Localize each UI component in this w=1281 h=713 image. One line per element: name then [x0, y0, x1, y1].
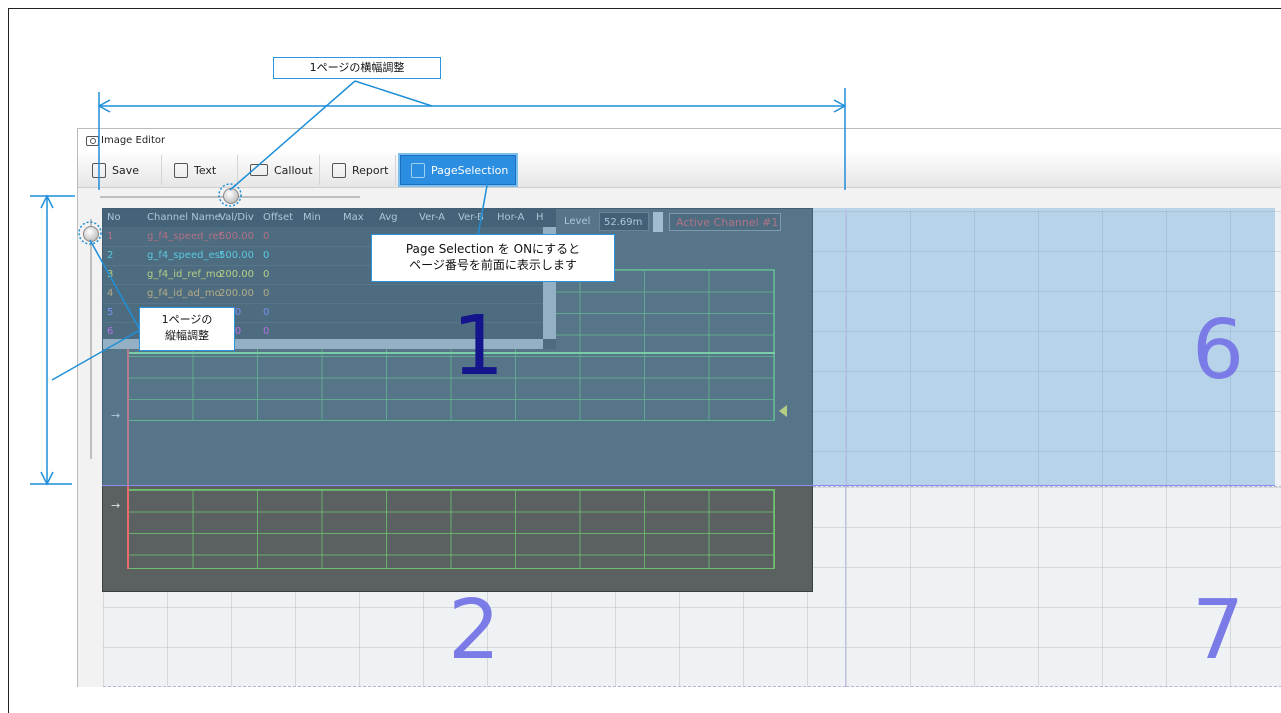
- width-callout-leader-2: [354, 80, 433, 107]
- height-adjust-text-2: 縦幅調整: [165, 329, 209, 342]
- height-callout-leader-2: [89, 239, 141, 331]
- height-callout-leader: [51, 329, 141, 381]
- page-selection-text-2: ページ番号を前面に表示します: [409, 258, 577, 272]
- width-callout-leader: [229, 80, 356, 191]
- height-adjust-callout: 1ページの 縦幅調整: [139, 307, 235, 351]
- page-selection-callout: Page Selection を ONにすると ページ番号を前面に表示します: [371, 234, 615, 282]
- page-selection-text-1: Page Selection を ONにすると: [405, 242, 581, 256]
- width-adjust-callout: 1ページの横幅調整: [273, 57, 441, 79]
- annotation-layer: [30, 80, 847, 486]
- height-adjust-text-1: 1ページの: [161, 313, 213, 326]
- width-adjust-text: 1ページの横幅調整: [309, 61, 405, 74]
- width-thumb-highlight: [218, 183, 242, 207]
